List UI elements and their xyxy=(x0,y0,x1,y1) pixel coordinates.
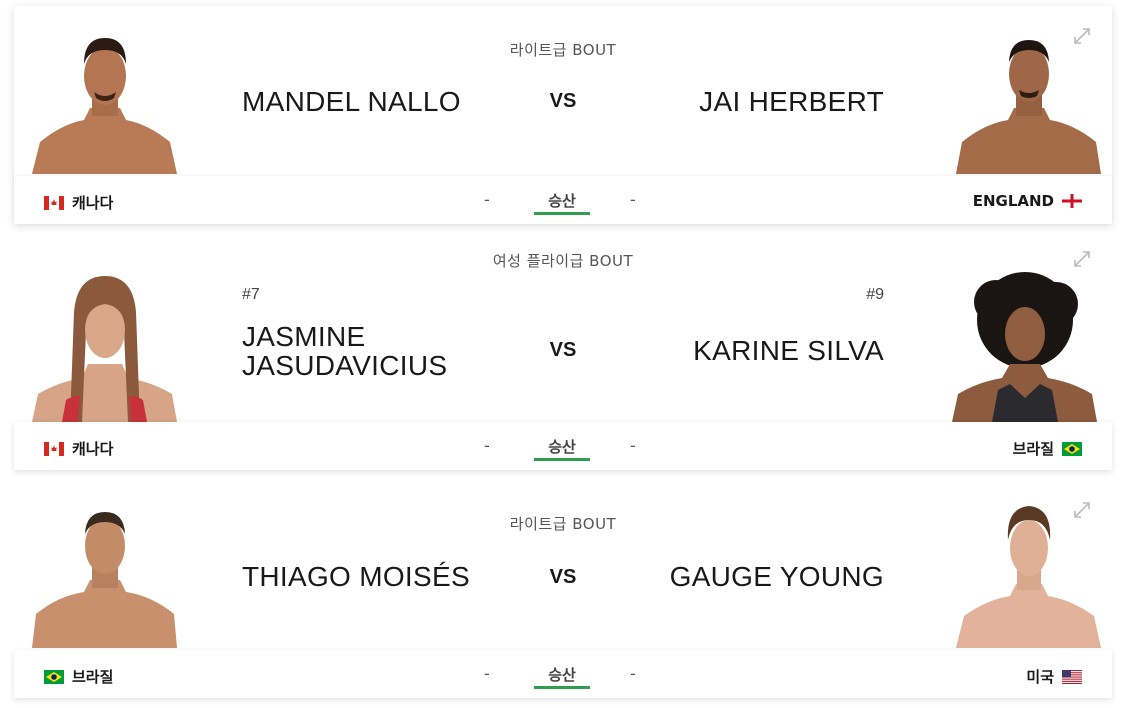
vs-label: VS xyxy=(549,339,577,361)
blue-corner-country: 미국 xyxy=(1026,666,1082,687)
red-corner-country-name: 캐나다 xyxy=(72,194,114,212)
blue-corner-fighter-name[interactable]: GAUGE YOUNG xyxy=(670,562,884,591)
blue-corner-country-name: ENGLAND xyxy=(972,192,1054,210)
england-flag-icon xyxy=(1062,194,1082,208)
red-corner-fighter-photo[interactable] xyxy=(32,272,177,422)
fight-card-footer: 캐나다 - 승산 - 브라질 xyxy=(14,422,1112,470)
canada-flag-icon xyxy=(44,441,64,456)
red-corner-odds: - xyxy=(484,664,490,683)
blue-corner-fighter-photo[interactable] xyxy=(952,272,1097,422)
red-corner-country: 캐나다 xyxy=(44,438,113,459)
red-corner-country: 브라질 xyxy=(44,666,113,687)
fight-result-link[interactable]: 승산 xyxy=(534,436,590,461)
expand-icon[interactable] xyxy=(1072,249,1092,269)
blue-corner-odds: - xyxy=(630,436,636,455)
blue-corner-country-name: 브라질 xyxy=(1012,440,1054,458)
red-corner-rank: #7 xyxy=(242,286,260,303)
blue-corner-country-name: 미국 xyxy=(1026,668,1054,686)
red-corner-country-name: 브라질 xyxy=(72,668,114,686)
fight-result-link[interactable]: 승산 xyxy=(534,664,590,689)
red-corner-fighter-name[interactable]: JASMINE JASUDAVICIUS xyxy=(242,322,502,380)
fight-card-footer: 브라질 - 승산 - 미국 xyxy=(14,650,1112,698)
blue-corner-fighter-name[interactable]: JAI HERBERT xyxy=(699,87,884,116)
fight-card-2[interactable]: 여성 플라이급 BOUT #7 JASMINE JASUDAVICIUS VS … xyxy=(14,232,1112,472)
brazil-flag-icon xyxy=(44,669,64,684)
red-corner-country: 캐나다 xyxy=(44,192,113,213)
blue-corner-odds: - xyxy=(630,664,636,683)
red-corner-odds: - xyxy=(484,436,490,455)
fight-result-link[interactable]: 승산 xyxy=(534,190,590,215)
blue-corner-fighter-photo[interactable] xyxy=(956,498,1101,648)
fight-card-footer: 캐나다 - 승산 - ENGLAND xyxy=(14,176,1112,224)
weight-class-label: 라이트급 BOUT xyxy=(509,41,617,59)
weight-class-label: 여성 플라이급 BOUT xyxy=(492,252,634,270)
blue-corner-fighter-photo[interactable] xyxy=(956,24,1101,174)
red-corner-fighter-name[interactable]: THIAGO MOISÉS xyxy=(242,562,470,591)
vs-label: VS xyxy=(549,90,577,112)
usa-flag-icon xyxy=(1062,669,1082,684)
weight-class-label: 라이트급 BOUT xyxy=(509,515,617,533)
red-corner-fighter-photo[interactable] xyxy=(32,24,177,174)
blue-corner-country: 브라질 xyxy=(1013,438,1082,459)
canada-flag-icon xyxy=(44,195,64,210)
red-corner-country-name: 캐나다 xyxy=(72,440,114,458)
blue-corner-odds: - xyxy=(630,190,636,209)
blue-corner-country: ENGLAND xyxy=(973,192,1082,210)
red-corner-odds: - xyxy=(484,190,490,209)
blue-corner-fighter-name[interactable]: KARINE SILVA xyxy=(693,336,884,365)
blue-corner-rank: #9 xyxy=(866,286,884,303)
red-corner-fighter-name[interactable]: MANDEL NALLO xyxy=(242,87,461,116)
fight-card-3[interactable]: 라이트급 BOUT THIAGO MOISÉS VS GAUGE YOUNG 브… xyxy=(14,482,1112,700)
red-corner-fighter-photo[interactable] xyxy=(32,498,177,648)
brazil-flag-icon xyxy=(1062,441,1082,456)
fight-card-1[interactable]: 라이트급 BOUT MANDEL NALLO VS JAI HERBERT 캐나… xyxy=(14,6,1112,224)
vs-label: VS xyxy=(549,566,577,588)
